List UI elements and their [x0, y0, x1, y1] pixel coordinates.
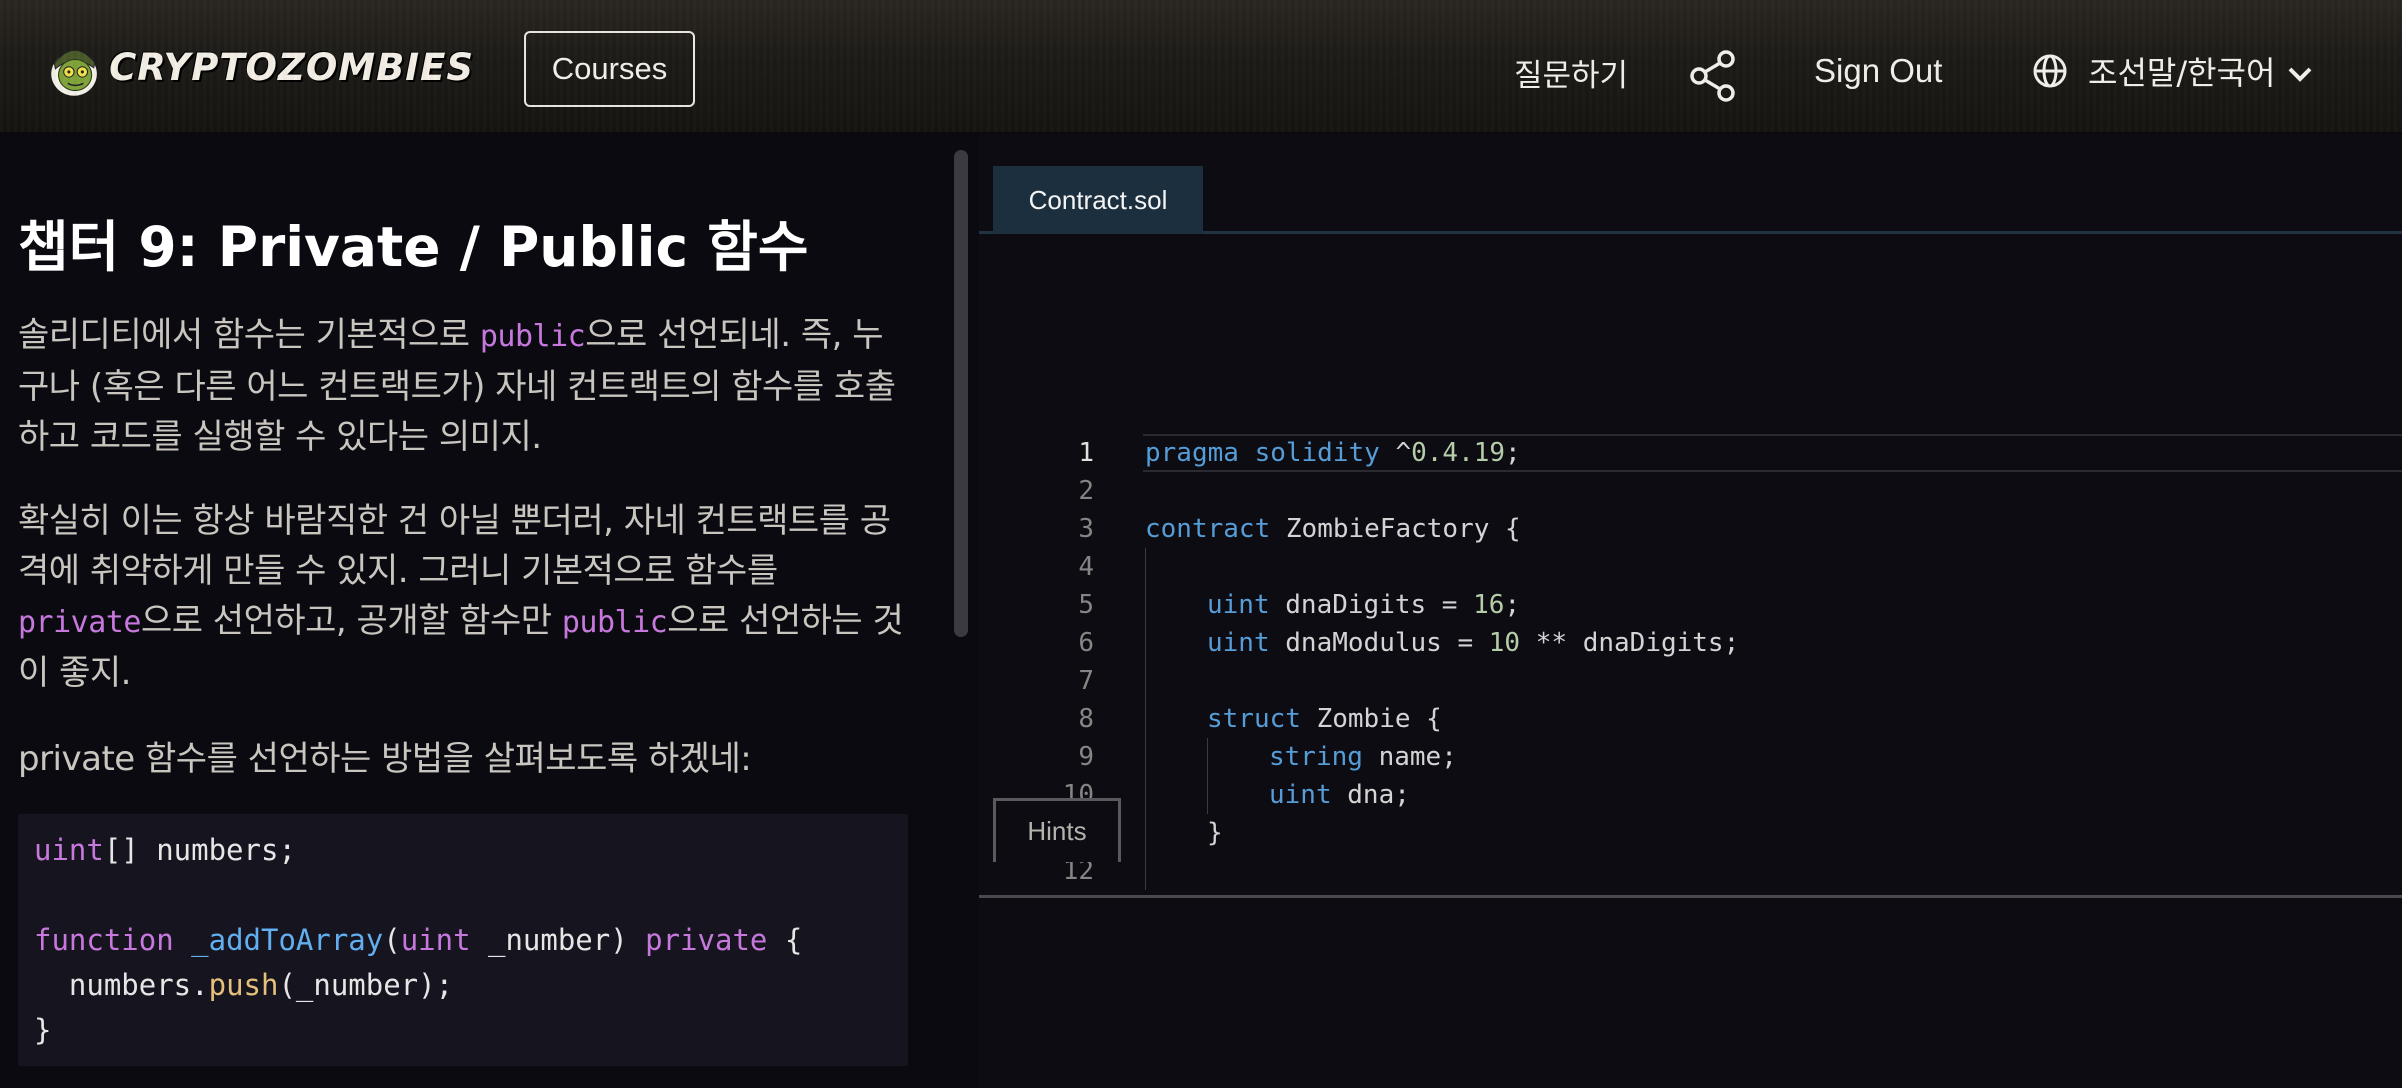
- line-number: 1: [1078, 438, 1094, 468]
- code-token: uint: [400, 923, 471, 957]
- code-token: string: [1269, 742, 1363, 772]
- code-token: dnaDigits =: [1269, 590, 1474, 620]
- lesson-scrollbar[interactable]: [954, 150, 968, 637]
- code-token: 0.4.19: [1411, 438, 1506, 468]
- line-number: 9: [1078, 742, 1094, 772]
- code-token: _addToArray: [191, 923, 384, 957]
- lesson-panel: 챕터 9: Private / Public 함수 솔리디티에서 함수는 기본적…: [0, 134, 952, 1088]
- code-token: (_number);: [278, 968, 454, 1002]
- language-label: 조선말/한국어: [2088, 54, 2276, 92]
- code-line: 1 pragma solidity ^0.4.19;: [979, 434, 2402, 472]
- code-token: contract: [1145, 514, 1271, 544]
- top-header: CRYPTOZOMBIES Courses 질문하기 Sign Out 조선말/…: [0, 0, 2402, 133]
- code-line: 5 uint dnaDigits = 16;: [979, 586, 2402, 624]
- code-line: 6 uint dnaModulus = 10 ** dnaDigits;: [979, 624, 2402, 662]
- zombie-head-icon: [51, 49, 97, 96]
- code-token: push: [208, 968, 279, 1002]
- code-editor-panel: Contract.sol 1 pragma solidity ^0.4.19; …: [979, 134, 2402, 1088]
- code-token: uint: [1207, 628, 1270, 658]
- code-token: private: [645, 923, 768, 957]
- code-token: ;: [1505, 438, 1521, 468]
- tab-hints[interactable]: Hints: [993, 798, 1121, 862]
- line-number: 7: [1078, 666, 1094, 696]
- inline-code-private: private: [18, 605, 141, 640]
- line-number: 2: [1078, 476, 1094, 506]
- text-segment: 솔리디티에서 함수는 기본적으로: [18, 315, 480, 355]
- code-token: struct: [1207, 704, 1301, 734]
- code-token: name;: [1362, 742, 1457, 772]
- text-segment: 확실히 이는 항상 바람직한 건 아닐 뿐더러, 자네 컨트랙트를 공격에 취약…: [18, 501, 891, 591]
- code-token: numbers.: [34, 968, 209, 1002]
- code-token: ^: [1379, 438, 1412, 468]
- code-line: 9 string name;: [979, 738, 2402, 776]
- code-token: }: [34, 1013, 52, 1047]
- code-line: 3 contract ZombieFactory {: [979, 510, 2402, 548]
- code-token: uint: [1207, 590, 1270, 620]
- inline-code-public: public: [479, 319, 586, 354]
- code-token: {: [767, 923, 803, 957]
- line-number: 8: [1078, 704, 1094, 734]
- code-token: 10: [1488, 628, 1521, 658]
- code-token: Zombie {: [1300, 704, 1442, 734]
- line-number: 6: [1078, 628, 1094, 658]
- code-token: [] numbers;: [103, 833, 296, 867]
- code-token: pragma solidity: [1145, 438, 1380, 468]
- tab-contract-sol[interactable]: Contract.sol: [993, 166, 1203, 234]
- code-line: 4: [979, 548, 2402, 586]
- example-code-block: uint[] numbers; function _addToArray(uin…: [18, 814, 908, 1066]
- language-selector[interactable]: 조선말/한국어: [2032, 48, 2313, 94]
- ask-question-link[interactable]: 질문하기: [1514, 50, 1628, 95]
- globe-icon: [2033, 54, 2067, 88]
- line-number: 3: [1078, 514, 1094, 544]
- sign-out-link[interactable]: Sign Out: [1814, 52, 1942, 90]
- code-line: 8 struct Zombie {: [979, 700, 2402, 738]
- line-number: 5: [1078, 590, 1094, 620]
- inline-code-public: public: [561, 605, 668, 640]
- code-token: ;: [1504, 590, 1521, 620]
- lesson-paragraph-1: 솔리디티에서 함수는 기본적으로 public으로 선언되네. 즉, 누구나 (…: [18, 310, 908, 462]
- code-token: uint: [34, 833, 104, 867]
- hints-tab-strip: [979, 798, 2402, 898]
- code-token: _number): [470, 923, 646, 957]
- code-line: 2: [979, 472, 2402, 510]
- text-segment: 으로 선언하고, 공개할 함수만: [140, 601, 562, 641]
- chevron-down-icon: [2289, 67, 2312, 82]
- share-icon[interactable]: [1690, 50, 1738, 102]
- lesson-paragraph-3: private 함수를 선언하는 방법을 살펴보도록 하겠네:: [18, 739, 752, 779]
- code-token: dnaModulus =: [1269, 628, 1489, 658]
- code-token: 16: [1473, 590, 1505, 620]
- page-title: 챕터 9: Private / Public 함수: [18, 215, 809, 279]
- code-token: (: [383, 923, 401, 957]
- code-token: function: [34, 923, 174, 957]
- lesson-paragraph-2: 확실히 이는 항상 바람직한 건 아닐 뿐더러, 자네 컨트랙트를 공격에 취약…: [18, 496, 908, 698]
- code-token: ** dnaDigits;: [1520, 628, 1740, 658]
- courses-button[interactable]: Courses: [524, 31, 695, 107]
- line-number: 4: [1078, 552, 1094, 582]
- cryptozombies-logo[interactable]: CRYPTOZOMBIES: [44, 10, 474, 125]
- logo-wordmark: CRYPTOZOMBIES: [109, 46, 474, 89]
- code-line: 7: [979, 662, 2402, 700]
- code-token: ZombieFactory {: [1270, 514, 1521, 544]
